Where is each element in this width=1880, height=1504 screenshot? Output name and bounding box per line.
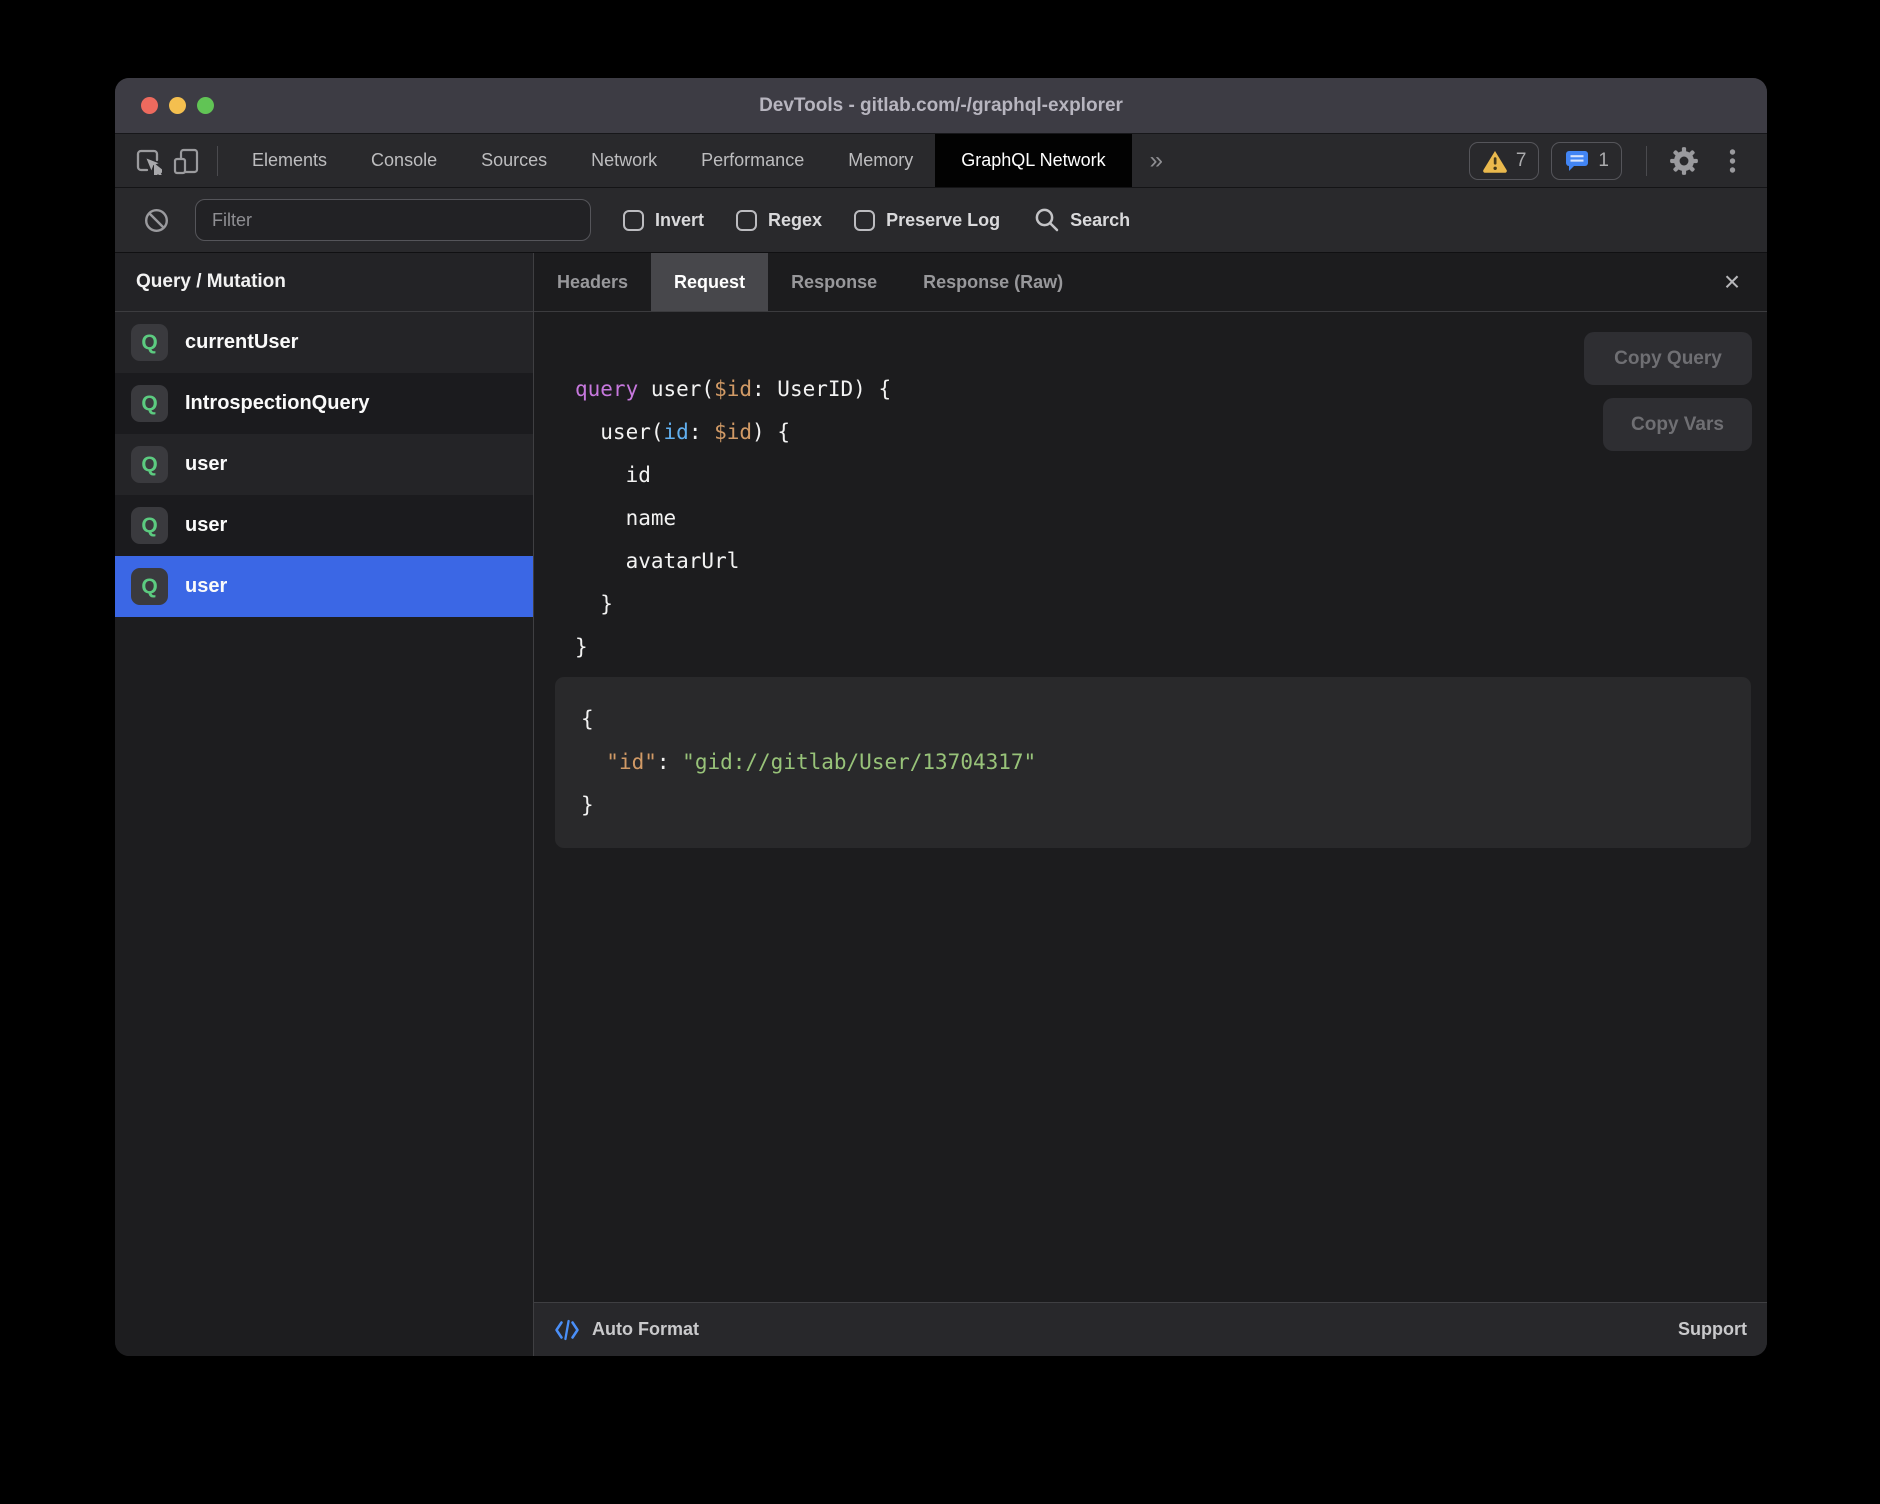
copy-vars-button[interactable]: Copy Vars (1603, 398, 1752, 451)
devtools-window: DevTools - gitlab.com/-/graphql-explorer… (115, 78, 1767, 1356)
close-panel-button[interactable]: × (1715, 265, 1749, 299)
checkbox-label-invert: Invert (655, 210, 704, 231)
query-item-label: user (185, 453, 227, 476)
toolbar-separator (217, 146, 218, 176)
query-item-label: currentUser (185, 331, 298, 354)
code-format-icon (554, 1319, 580, 1341)
toolbar-tab-console[interactable]: Console (349, 134, 459, 187)
code-line: id (575, 454, 1767, 497)
checkbox-label-preserve-log: Preserve Log (886, 210, 1000, 231)
toggle-device-toolbar-button[interactable] (167, 142, 205, 180)
query-type-badge: Q (131, 446, 168, 483)
query-list: QcurrentUserQIntrospectionQueryQuserQuse… (115, 312, 533, 1356)
window-titlebar: DevTools - gitlab.com/-/graphql-explorer (115, 78, 1767, 133)
query-list-item-currentuser-0[interactable]: QcurrentUser (115, 312, 533, 373)
block-icon (143, 207, 170, 234)
filter-checkbox-preserve-log[interactable]: Preserve Log (854, 210, 1000, 231)
code-line: name (575, 497, 1767, 540)
filter-bar: Invert Regex Preserve Log Search (115, 187, 1767, 253)
query-variables-box: { "id": "gid://gitlab/User/13704317"} (555, 677, 1751, 848)
customize-menu-button[interactable] (1713, 142, 1751, 180)
toolbar-tab-network[interactable]: Network (569, 134, 679, 187)
request-tab-content: query user($id: UserID) { user(id: $id) … (534, 312, 1767, 1302)
checkbox-label-regex: Regex (768, 210, 822, 231)
code-line: } (575, 626, 1767, 669)
query-list-item-user-2[interactable]: Quser (115, 434, 533, 495)
search-button[interactable]: Search (1034, 207, 1130, 233)
checkbox-regex[interactable] (736, 210, 757, 231)
toolbar-separator (1646, 146, 1647, 176)
query-item-label: user (185, 575, 227, 598)
code-line: user(id: $id) { (575, 411, 1767, 454)
query-list-item-introspectionquery-1[interactable]: Q IntrospectionQuery (115, 373, 533, 434)
sidebar-header: Query / Mutation (115, 253, 533, 312)
panel-status-bar: Auto Format Support (534, 1302, 1767, 1356)
query-type-badge: Q (131, 568, 168, 605)
settings-button[interactable] (1665, 142, 1703, 180)
toolbar-tab-performance[interactable]: Performance (679, 134, 826, 187)
search-icon (1034, 207, 1060, 233)
main-area: Query / Mutation QcurrentUserQIntrospect… (115, 253, 1767, 1356)
auto-format-button[interactable]: Auto Format (554, 1319, 699, 1341)
checkbox-preserve-log[interactable] (854, 210, 875, 231)
filter-checkbox-invert[interactable]: Invert (623, 210, 704, 231)
window-title: DevTools - gitlab.com/-/graphql-explorer (115, 95, 1767, 117)
code-line: { (581, 698, 1731, 741)
query-type-badge: Q (131, 385, 168, 422)
graphql-query-code: query user($id: UserID) { user(id: $id) … (534, 312, 1767, 669)
detail-tab-headers[interactable]: Headers (534, 253, 651, 311)
detail-tab-bar: HeadersRequestResponseResponse (Raw) × (534, 253, 1767, 312)
filter-input[interactable] (195, 199, 591, 241)
more-tabs-button[interactable]: » (1132, 147, 1181, 175)
detail-tab-response[interactable]: Response (768, 253, 900, 311)
code-line: avatarUrl (575, 540, 1767, 583)
warning-icon (1482, 149, 1508, 173)
filter-checkbox-regex[interactable]: Regex (736, 210, 822, 231)
warning-count: 7 (1516, 150, 1527, 172)
query-type-badge: Q (131, 507, 168, 544)
device-toolbar-icon (172, 147, 200, 175)
inspect-cursor-icon (134, 147, 162, 175)
warnings-badge[interactable]: 7 (1469, 142, 1540, 180)
query-item-label: IntrospectionQuery (185, 392, 369, 415)
issues-badge[interactable]: 1 (1551, 142, 1622, 180)
gear-icon (1669, 146, 1699, 176)
detail-tab-response-raw[interactable]: Response (Raw) (900, 253, 1086, 311)
support-link[interactable]: Support (1678, 1319, 1747, 1340)
code-line: "id": "gid://gitlab/User/13704317" (581, 741, 1731, 784)
query-type-badge: Q (131, 324, 168, 361)
query-list-item-user-4[interactable]: Quser (115, 556, 533, 617)
request-detail-panel: HeadersRequestResponseResponse (Raw) × q… (534, 253, 1767, 1356)
detail-tab-request[interactable]: Request (651, 253, 768, 311)
devtools-toolbar: ElementsConsoleSourcesNetworkPerformance… (115, 133, 1767, 187)
inspect-element-button[interactable] (129, 142, 167, 180)
search-label: Search (1070, 210, 1130, 231)
checkbox-invert[interactable] (623, 210, 644, 231)
toolbar-tab-memory[interactable]: Memory (826, 134, 935, 187)
filter-options: Invert Regex Preserve Log (591, 210, 1000, 231)
query-item-label: user (185, 514, 227, 537)
query-list-sidebar: Query / Mutation QcurrentUserQIntrospect… (115, 253, 534, 1356)
clear-button[interactable] (137, 201, 175, 239)
auto-format-label: Auto Format (592, 1319, 699, 1340)
devtools-tab-list: ElementsConsoleSourcesNetworkPerformance… (230, 134, 1132, 187)
code-line: } (581, 784, 1731, 827)
toolbar-tab-sources[interactable]: Sources (459, 134, 569, 187)
desktop-background: DevTools - gitlab.com/-/graphql-explorer… (0, 0, 1880, 1504)
vertical-dots-icon (1728, 147, 1737, 175)
issues-count: 1 (1598, 150, 1609, 172)
toolbar-tab-graphql-network[interactable]: GraphQL Network (935, 134, 1131, 187)
message-bubble-icon (1564, 148, 1590, 174)
copy-query-button[interactable]: Copy Query (1584, 332, 1752, 385)
code-line: } (575, 583, 1767, 626)
toolbar-tab-elements[interactable]: Elements (230, 134, 349, 187)
detail-tab-list: HeadersRequestResponseResponse (Raw) (534, 253, 1086, 311)
query-list-item-user-3[interactable]: Quser (115, 495, 533, 556)
